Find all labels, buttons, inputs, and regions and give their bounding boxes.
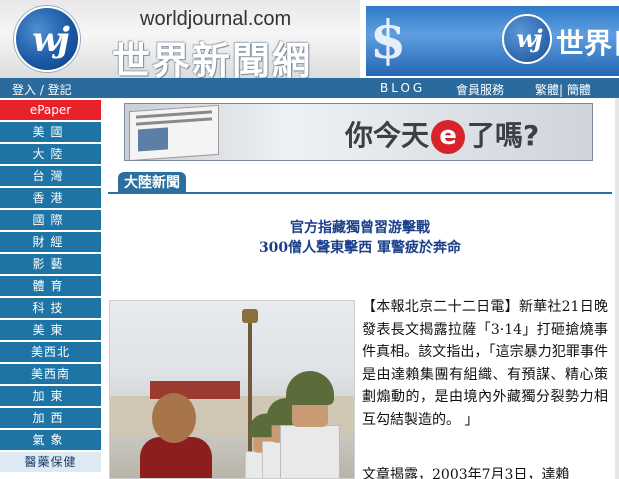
language-switch-link[interactable]: 繁體| 簡體 xyxy=(535,81,591,98)
blog-link[interactable]: BLOG xyxy=(380,81,425,95)
mini-logo-letters: wj xyxy=(516,24,542,53)
sidebar-item-us[interactable]: 美國 xyxy=(0,122,101,142)
site-url: worldjournal.com xyxy=(140,8,292,30)
article-body: 【本報北京二十二日電】新華社21日晚發表長文揭露拉薩「3·14」打砸搶燒事件真相… xyxy=(362,299,608,428)
member-services-link[interactable]: 會員服務 xyxy=(456,81,504,98)
ad-banner[interactable]: 你今天 e 了嗎? xyxy=(124,103,593,161)
sidebar-item-international[interactable]: 國際 xyxy=(0,210,101,230)
site-title: 世界新聞網 xyxy=(112,39,313,83)
sidebar-item-us-northwest[interactable]: 美西北 xyxy=(0,342,101,362)
page-scroll-edge xyxy=(615,98,619,479)
article-headline: 官方指藏獨曾習游擊戰 300僧人聲東擊西 軍警疲於奔命 xyxy=(108,218,612,258)
ad-text-before: 你今天 xyxy=(345,119,430,152)
promo-banner-text: 世界日 xyxy=(556,27,619,60)
section-title: 大陸新聞 xyxy=(118,172,186,194)
photo-pole-top xyxy=(242,309,258,323)
e-logo-icon: e xyxy=(431,120,466,154)
sidebar-item-epaper[interactable]: ePaper xyxy=(0,100,101,120)
headline-line-1: 官方指藏獨曾習游擊戰 xyxy=(290,220,430,236)
logo-letters: wj xyxy=(32,20,70,60)
promo-banner[interactable]: $ wj 世界日 xyxy=(366,6,619,76)
site-logo-banner[interactable]: wj worldjournal.com 世界新聞網 xyxy=(0,0,360,83)
top-nav-bar: 登入 / 登記 BLOG 會員服務 繁體| 簡體 xyxy=(0,78,619,98)
photo-soldier xyxy=(280,371,340,478)
sidebar-item-canada-east[interactable]: 加東 xyxy=(0,386,101,406)
sidebar-item-tech[interactable]: 科技 xyxy=(0,298,101,318)
wj-logo-icon: wj xyxy=(14,6,80,72)
newspaper-icon xyxy=(129,104,219,160)
site-header: wj worldjournal.com 世界新聞網 $ wj 世界日 xyxy=(0,0,619,83)
sidebar-item-finance[interactable]: 財經 xyxy=(0,232,101,252)
wj-mini-logo-icon: wj xyxy=(502,14,552,64)
login-link[interactable]: 登入 / 登記 xyxy=(12,81,72,98)
sidebar-item-us-southwest[interactable]: 美西南 xyxy=(0,364,101,384)
headline-line-2: 300僧人聲東擊西 軍警疲於奔命 xyxy=(258,240,462,256)
sidebar-item-entertainment[interactable]: 影藝 xyxy=(0,254,101,274)
section-header: 大陸新聞 xyxy=(108,172,612,194)
sidebar-item-mainland[interactable]: 大陸 xyxy=(0,144,101,164)
article-photo[interactable] xyxy=(109,300,355,479)
ad-text-after: 了嗎? xyxy=(467,119,540,152)
dollar-icon: $ xyxy=(370,10,407,71)
photo-monk xyxy=(140,393,212,478)
sidebar-item-hongkong[interactable]: 香港 xyxy=(0,188,101,208)
sidebar-item-weather[interactable]: 氣象 xyxy=(0,430,101,450)
sidebar-item-health[interactable]: 醫藥保健 xyxy=(0,452,101,472)
sidebar-list: 美國 大陸 台灣 香港 國際 財經 影藝 體育 科技 美東 美西北 美西南 加東… xyxy=(0,122,101,474)
ad-slogan: 你今天 e 了嗎? xyxy=(345,114,539,154)
sidebar-item-us-east[interactable]: 美東 xyxy=(0,320,101,340)
sidebar-nav: ePaper 美國 大陸 台灣 香港 國際 財經 影藝 體育 科技 美東 美西北… xyxy=(0,100,101,479)
article-body-continued: 文章揭露，2003年7月3日，達賴 xyxy=(362,467,570,479)
sidebar-item-taiwan[interactable]: 台灣 xyxy=(0,166,101,186)
sidebar-item-sports[interactable]: 體育 xyxy=(0,276,101,296)
sidebar-item-canada-west[interactable]: 加西 xyxy=(0,408,101,428)
